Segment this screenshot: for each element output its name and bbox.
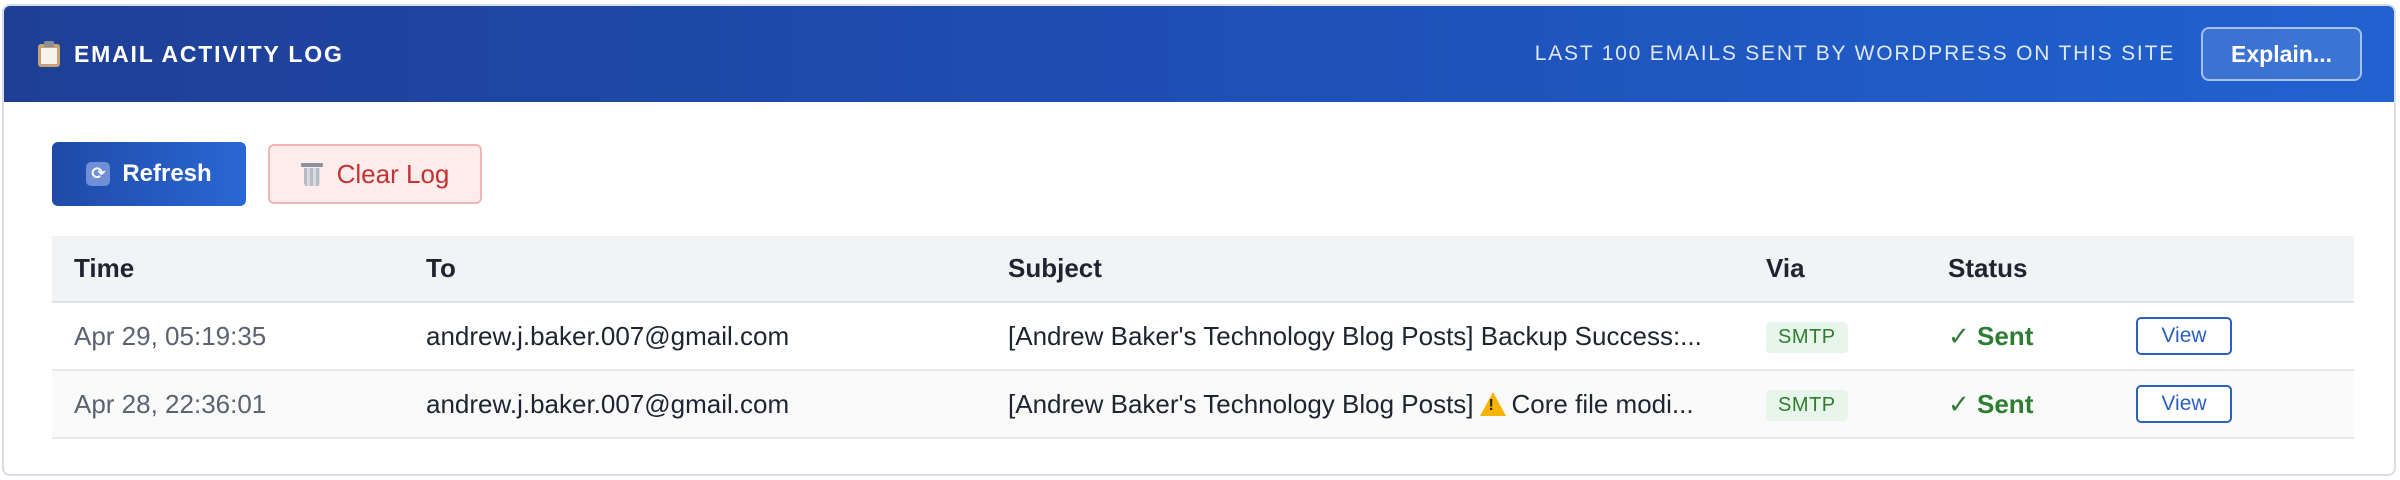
column-header-subject[interactable]: Subject — [986, 236, 1744, 303]
explain-button[interactable]: Explain... — [2201, 27, 2362, 81]
clipboard-icon — [38, 41, 60, 67]
column-header-time[interactable]: Time — [52, 236, 404, 303]
table-row: Apr 28, 22:36:01 andrew.j.baker.007@gmai… — [52, 370, 2354, 439]
header-right: LAST 100 EMAILS SENT BY WORDPRESS ON THI… — [1535, 27, 2362, 81]
subject-text: [Andrew Baker's Technology Blog Posts] B… — [1008, 321, 1702, 352]
table-header-row: Time To Subject Via Status — [52, 236, 2354, 303]
row-time: Apr 28, 22:36:01 — [52, 370, 404, 439]
header-left: EMAIL ACTIVITY LOG — [38, 41, 344, 68]
clear-log-label: Clear Log — [336, 158, 450, 189]
email-activity-panel: EMAIL ACTIVITY LOG LAST 100 EMAILS SENT … — [2, 4, 2396, 476]
trash-icon — [300, 161, 323, 187]
panel-title: EMAIL ACTIVITY LOG — [74, 40, 344, 67]
email-log-table: Time To Subject Via Status Apr 29, 05:19… — [52, 236, 2354, 439]
refresh-icon: ⟳ — [86, 162, 111, 186]
row-time: Apr 29, 05:19:35 — [52, 302, 404, 371]
row-recipient: andrew.j.baker.007@gmail.com — [404, 370, 986, 439]
toolbar: ⟳ Refresh Clear Log — [52, 142, 482, 206]
panel-subtitle: LAST 100 EMAILS SENT BY WORDPRESS ON THI… — [1534, 42, 2176, 65]
via-badge: SMTP — [1766, 322, 1848, 353]
row-via: SMTP — [1744, 302, 1926, 371]
row-subject: [Andrew Baker's Technology Blog Posts] B… — [986, 302, 1744, 371]
row-status: ✓ Sent — [1926, 370, 2114, 439]
status-badge: ✓ Sent — [1948, 320, 2034, 351]
view-button[interactable]: View — [2136, 385, 2232, 423]
column-header-to[interactable]: To — [404, 236, 986, 303]
row-via: SMTP — [1744, 370, 1926, 439]
warning-icon — [1479, 391, 1506, 416]
row-recipient: andrew.j.baker.007@gmail.com — [404, 302, 986, 371]
column-header-status[interactable]: Status — [1926, 236, 2114, 303]
status-badge: ✓ Sent — [1948, 388, 2034, 419]
refresh-button[interactable]: ⟳ Refresh — [52, 142, 246, 206]
view-button[interactable]: View — [2136, 317, 2232, 355]
refresh-label: Refresh — [122, 160, 212, 187]
column-header-actions — [2114, 236, 2354, 303]
table-row: Apr 29, 05:19:35 andrew.j.baker.007@gmai… — [52, 302, 2354, 371]
row-actions: View — [2114, 370, 2354, 439]
subject-prefix: [Andrew Baker's Technology Blog Posts] — [1008, 388, 1474, 419]
column-header-via[interactable]: Via — [1744, 236, 1926, 303]
panel-header: EMAIL ACTIVITY LOG LAST 100 EMAILS SENT … — [4, 6, 2394, 102]
subject-suffix: Core file modi... — [1511, 388, 1694, 419]
via-badge: SMTP — [1766, 390, 1848, 421]
row-status: ✓ Sent — [1926, 302, 2114, 371]
clear-log-button[interactable]: Clear Log — [268, 144, 482, 204]
row-actions: View — [2114, 302, 2354, 371]
row-subject: [Andrew Baker's Technology Blog Posts] Co… — [986, 370, 1744, 439]
